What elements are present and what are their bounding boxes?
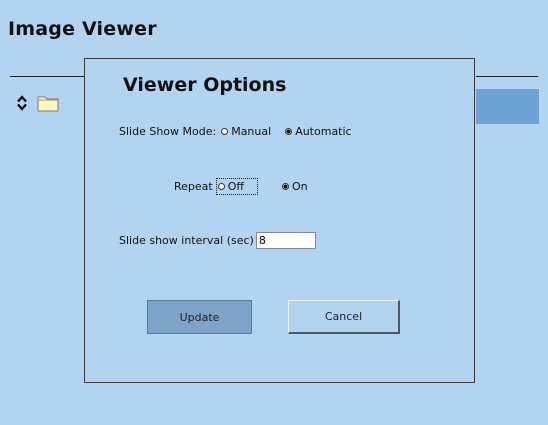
radio-repeat-off[interactable]: Off [215, 178, 258, 195]
slide-show-mode-label: Slide Show Mode: [119, 125, 217, 138]
radio-automatic-label: Automatic [295, 125, 352, 138]
viewer-options-dialog: Viewer Options Slide Show Mode: Manual A… [84, 58, 475, 383]
interval-row: Slide show interval (sec) [119, 232, 316, 249]
slide-show-mode-row: Slide Show Mode: Manual Automatic [119, 125, 352, 138]
header-divider-right [476, 76, 538, 77]
app-title: Image Viewer [8, 18, 157, 40]
list-selection-highlight [476, 89, 539, 124]
radio-manual-label: Manual [231, 125, 272, 138]
dialog-title: Viewer Options [123, 74, 287, 96]
header-divider-left [10, 76, 84, 77]
up-down-arrows-icon[interactable] [16, 95, 28, 111]
interval-input[interactable] [255, 232, 316, 249]
radio-repeat-off-label: Off [227, 180, 244, 193]
folder-navigation [16, 94, 59, 112]
radio-manual[interactable]: Manual [221, 125, 271, 138]
folder-icon[interactable] [37, 94, 59, 112]
radio-repeat-on[interactable]: On [281, 180, 308, 193]
radio-automatic[interactable]: Automatic [285, 125, 352, 138]
radio-manual-dot[interactable] [221, 128, 229, 135]
radio-repeat-on-dot[interactable] [281, 183, 289, 190]
interval-label: Slide show interval (sec) [119, 234, 254, 247]
repeat-row: Repeat Off On [174, 178, 308, 195]
cancel-button[interactable]: Cancel [288, 300, 400, 334]
repeat-label: Repeat [174, 180, 213, 193]
radio-automatic-dot[interactable] [285, 128, 293, 135]
radio-repeat-on-label: On [291, 180, 308, 193]
update-button[interactable]: Update [147, 300, 252, 334]
radio-repeat-off-dot[interactable] [217, 183, 225, 190]
